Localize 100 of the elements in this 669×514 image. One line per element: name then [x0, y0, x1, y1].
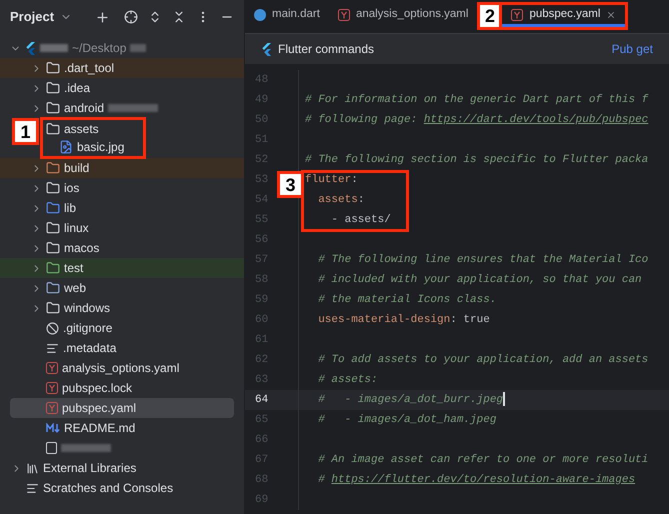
folder-icon — [46, 122, 60, 136]
code-token: # The following section is specific to Flutter packa — [305, 152, 648, 168]
tree-row[interactable]: .idea — [30, 78, 90, 98]
tree-item-label: Scratches and Consoles — [43, 480, 174, 497]
pub-get-link[interactable]: Pub get — [612, 40, 653, 58]
yaml-file-icon — [46, 362, 58, 374]
code-token: # assets: — [317, 372, 378, 388]
folder-icon — [46, 181, 60, 195]
panel-title[interactable]: Project — [10, 7, 54, 27]
tree-item-label: External Libraries — [43, 460, 136, 477]
folder-icon — [46, 81, 60, 95]
code-token: # — [317, 472, 326, 488]
tree-row[interactable]: ios — [30, 178, 80, 198]
folder-icon — [46, 261, 60, 275]
tree-item-label: .metadata — [63, 340, 116, 357]
tree-item-label: ios — [64, 180, 80, 197]
tree-item-label: test — [64, 260, 84, 277]
code-token: : — [351, 172, 358, 188]
tree-row[interactable]: .gitignore — [30, 318, 112, 338]
tree-row[interactable]: linux — [30, 218, 89, 238]
flutter-logo-icon — [25, 42, 36, 54]
folder-icon — [46, 101, 60, 115]
text-file-icon — [46, 342, 59, 354]
tree-item-label: analysis_options.yaml — [62, 360, 180, 377]
yaml-file-icon — [46, 402, 58, 414]
tree-row[interactable]: External Libraries — [0, 458, 244, 478]
tab-label: pubspec.yaml — [529, 6, 600, 22]
tree-row[interactable]: android — [30, 98, 158, 118]
tab-label: main.dart — [272, 7, 320, 22]
tree-item-label: pubspec.lock — [62, 380, 132, 397]
tree-item-label: web — [64, 280, 86, 297]
image-file-icon — [59, 140, 73, 154]
tree-row[interactable]: analysis_options.yaml — [30, 358, 180, 378]
file-icon — [46, 442, 57, 454]
editor-tab[interactable]: analysis_options.yaml — [328, 0, 478, 33]
close-icon[interactable] — [606, 10, 616, 20]
root-path: ~/Desktop — [72, 40, 126, 57]
tree-row[interactable]: pubspec.lock — [30, 378, 132, 398]
editor-tab[interactable]: pubspec.yaml — [502, 5, 626, 27]
redacted-blur — [130, 44, 146, 52]
tree-item-label: build — [64, 160, 90, 177]
tree-row[interactable]: windows — [30, 298, 110, 318]
tree-row[interactable]: basic.jpg — [43, 138, 126, 156]
tree-row[interactable]: .dart_tool — [0, 58, 244, 78]
folder-icon — [46, 201, 60, 215]
yaml-file-icon — [46, 382, 58, 394]
locate-icon[interactable] — [124, 10, 138, 24]
code-token: # An image asset can refer to one or more resoluti — [317, 452, 648, 468]
code-link[interactable]: https://dart.dev/tools/pub/pubspec — [424, 112, 648, 128]
code-token: # - images/a_dot_burr.jpeg — [317, 392, 504, 408]
folder-icon — [46, 161, 60, 175]
annotation-number: 1 — [12, 118, 39, 145]
tree-row[interactable]: pubspec.yaml — [10, 398, 234, 418]
tree-item-label: .dart_tool — [64, 60, 114, 77]
text-cursor — [503, 392, 506, 406]
tree-row[interactable]: ~/Desktop — [0, 38, 244, 58]
folder-icon — [46, 241, 60, 255]
code-token: flutter — [305, 172, 352, 188]
tree-row[interactable]: Scratches and Consoles — [0, 478, 244, 498]
folder-icon — [46, 61, 60, 75]
ignore-file-icon — [46, 322, 59, 334]
code-token: # - images/a_dot_ham.jpeg — [317, 412, 496, 428]
toolbar-title: Flutter commands — [278, 41, 374, 58]
code-token: # For information on the generic Dart part of this f — [305, 92, 648, 108]
scratches-icon — [26, 482, 39, 494]
code-token: - assets/ — [330, 212, 391, 228]
tree-item-label: linux — [64, 220, 89, 237]
markdown-file-icon — [46, 423, 60, 433]
yaml-file-icon — [511, 8, 524, 20]
yaml-file-icon — [338, 9, 350, 21]
folder-icon — [46, 221, 60, 235]
code-token: uses-material-design — [317, 312, 450, 328]
tree-item-label: android — [64, 100, 104, 117]
code-token: assets — [317, 192, 358, 208]
code-token: # the material Icons class. — [317, 292, 496, 308]
tree-item-label: basic.jpg — [77, 139, 124, 156]
redacted-blur — [40, 44, 68, 52]
tree-row[interactable]: lib — [30, 198, 76, 218]
tree-row[interactable]: .metadata — [30, 338, 116, 358]
folder-icon — [46, 281, 60, 295]
tree-row[interactable]: README.md — [30, 418, 136, 438]
flutter-logo-icon — [261, 42, 272, 56]
add-icon[interactable] — [95, 10, 110, 24]
annotation-number: 2 — [480, 5, 502, 27]
tree-row[interactable]: build — [0, 158, 244, 178]
tree-row[interactable]: macos — [30, 238, 100, 258]
tab-label: analysis_options.yaml — [356, 7, 468, 22]
code-token: # To add assets to your application, add an assets — [317, 352, 648, 368]
tree-item-label: .idea — [64, 80, 90, 97]
tree-item-label: windows — [64, 300, 110, 317]
tree-item-label: lib — [64, 200, 76, 217]
folder-icon — [46, 301, 60, 315]
dart-file-icon — [254, 9, 266, 21]
tree-row[interactable]: test — [0, 258, 244, 278]
tree-item-label: .gitignore — [63, 320, 112, 337]
code-link[interactable]: https://flutter.dev/to/resolution-aware-images — [331, 472, 636, 488]
tree-row[interactable]: web — [30, 278, 86, 298]
tree-row[interactable]: assets — [43, 120, 101, 138]
editor-tab[interactable]: main.dart — [245, 0, 329, 33]
tree-item-label: pubspec.yaml — [62, 400, 136, 417]
